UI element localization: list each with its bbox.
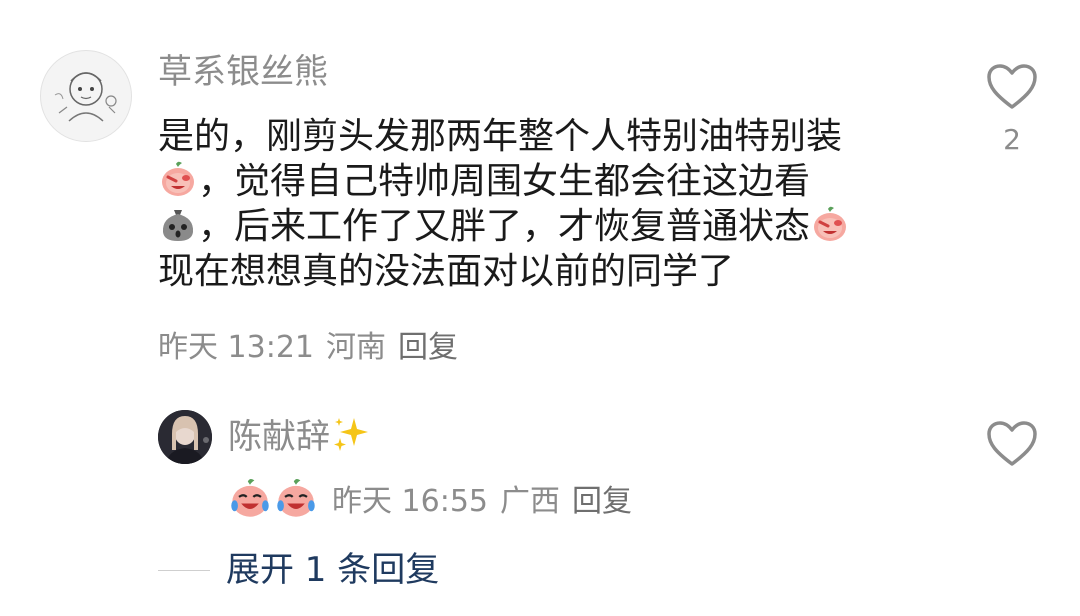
portrait-avatar-icon — [158, 410, 212, 464]
heart-outline-icon — [987, 421, 1037, 466]
comment-time: 昨天 13:21 — [158, 330, 314, 365]
reply-username-row: 陈献辞 — [228, 414, 370, 457]
comment-line: ，后来工作了又胖了，才恢复普通状态 — [158, 204, 928, 249]
comment-line: 现在想想真的没法面对以前的同学了 — [158, 251, 735, 292]
comment-body: 是的，刚剪头发那两年整个人特别油特别装 ，觉得自己特帅周围女生都会往这边看 ，后… — [158, 114, 928, 294]
avatar[interactable] — [40, 50, 132, 142]
peach-facepalm-icon — [814, 206, 847, 241]
expand-replies-button[interactable]: 展开 1 条回复 — [226, 550, 439, 590]
reply-username[interactable]: 陈献辞 — [228, 417, 330, 457]
like-count: 2 — [1003, 123, 1021, 156]
expand-divider — [158, 570, 210, 571]
comment-reply-button[interactable]: 回复 — [398, 330, 458, 365]
reply-content-row: 昨天 16:55 广西 回复 — [228, 476, 644, 520]
peach-facepalm-icon — [162, 161, 194, 196]
comment-line: 是的，刚剪头发那两年整个人特别油特别装 — [158, 116, 843, 157]
like-button[interactable] — [986, 63, 1038, 111]
sack-shocked-icon — [162, 210, 194, 241]
reply-reply-button[interactable]: 回复 — [572, 484, 632, 519]
peach-laugh-cry-icon — [231, 478, 269, 517]
reply-time: 昨天 16:55 — [332, 484, 488, 519]
comment-line: ，觉得自己特帅周围女生都会往这边看 — [158, 159, 928, 204]
sketch-avatar-icon — [54, 72, 117, 122]
comment-username[interactable]: 草系银丝熊 — [158, 52, 328, 92]
peach-laugh-cry-icon — [277, 478, 315, 517]
reply-location: 广西 — [500, 484, 560, 519]
heart-outline-icon — [987, 64, 1037, 109]
reply-avatar[interactable] — [158, 410, 212, 464]
comment-meta: 昨天 13:21 河南 回复 — [158, 330, 470, 366]
reply-like-button[interactable] — [986, 420, 1038, 468]
comment-location: 河南 — [326, 330, 386, 365]
sparkles-icon — [334, 418, 368, 451]
